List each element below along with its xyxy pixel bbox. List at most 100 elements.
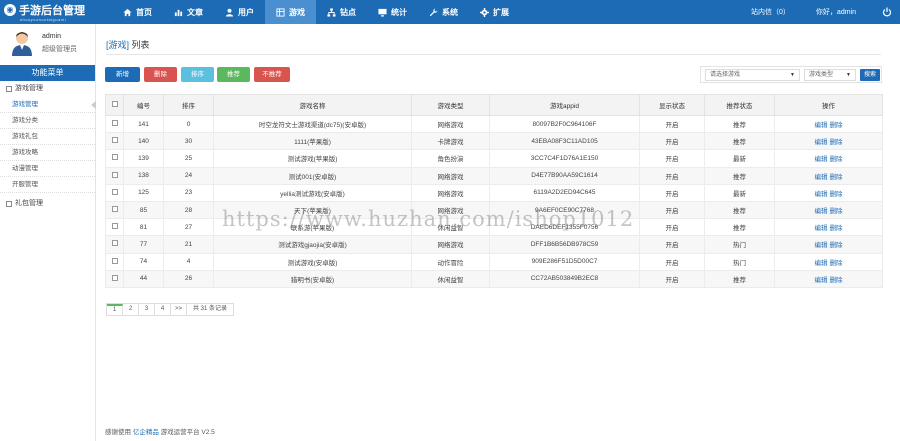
home-icon xyxy=(123,8,132,16)
row-checkbox[interactable] xyxy=(111,171,118,178)
edit-link[interactable]: 编辑 xyxy=(815,122,828,129)
sitemap-icon xyxy=(327,7,336,17)
cell-type: 休闲益智 xyxy=(411,269,490,288)
edit-link[interactable]: 编辑 xyxy=(815,208,828,215)
cell-name: 测试游戏gjaojia(安卓版) xyxy=(213,235,412,254)
edit-link[interactable]: 编辑 xyxy=(815,191,828,198)
nav-stats[interactable]: 统计 xyxy=(367,0,418,24)
delete-link[interactable]: 删除 xyxy=(830,174,843,181)
edit-link[interactable]: 编辑 xyxy=(815,242,828,249)
nav-system[interactable]: 系统 xyxy=(418,0,469,24)
recommend-button[interactable]: 推荐 xyxy=(217,67,250,82)
logo[interactable]: ◉ 手游后台管理 shouyouhoutaiguanli xyxy=(0,0,100,24)
delete-link[interactable]: 删除 xyxy=(830,242,843,249)
page-next[interactable]: >> xyxy=(171,304,187,315)
sidebar-item-game-gift[interactable]: 游戏礼包 xyxy=(0,129,95,145)
nav-home[interactable]: 首页 xyxy=(112,0,163,24)
sidebar: admin 超级管理员 功能菜单 游戏管理 游戏管理 游戏分类 游戏礼包 游戏攻… xyxy=(0,24,96,441)
menu-group-games[interactable]: 游戏管理 xyxy=(0,81,95,97)
delete-link[interactable]: 删除 xyxy=(830,260,843,267)
page-4[interactable]: 4 xyxy=(155,304,171,315)
col-sort[interactable]: 排序 xyxy=(163,94,214,116)
nav-stations[interactable]: 钻点 xyxy=(316,0,367,24)
nav-users[interactable]: 用户 xyxy=(214,0,265,24)
delete-link[interactable]: 删除 xyxy=(830,139,843,146)
page-2[interactable]: 2 xyxy=(123,304,139,315)
wrench-icon xyxy=(429,7,438,16)
search-button[interactable]: 搜索 xyxy=(860,68,880,81)
delete-link[interactable]: 删除 xyxy=(830,122,843,129)
delete-link[interactable]: 删除 xyxy=(830,225,843,232)
page-1[interactable]: 1 xyxy=(107,304,123,315)
unrecommend-button[interactable]: 不推荐 xyxy=(254,67,290,82)
sidebar-item-game-category[interactable]: 游戏分类 xyxy=(0,113,95,129)
games-table: 编号 排序 游戏名称 游戏类型 游戏appid 显示状态 推荐状态 操作 141… xyxy=(105,94,883,288)
row-checkbox[interactable] xyxy=(111,188,118,195)
power-icon[interactable] xyxy=(882,7,892,17)
cell-id: 141 xyxy=(123,114,164,134)
game-select[interactable]: 请选择游戏 ▼ xyxy=(705,68,800,81)
row-checkbox[interactable] xyxy=(111,137,118,144)
col-id[interactable]: 编号 xyxy=(123,94,164,116)
row-checkbox[interactable] xyxy=(111,274,118,281)
add-button[interactable]: 新增 xyxy=(105,67,140,82)
row-checkbox[interactable] xyxy=(111,223,118,230)
table-row: 74 4 测试游戏(安卓版) 动作冒险 909E286F51D5D00C7 开启 热门 编辑删… xyxy=(105,252,883,271)
sort-button[interactable]: 排序 xyxy=(181,67,214,82)
sidebar-item-anime[interactable]: 动漫管理 xyxy=(0,161,95,177)
select-all-checkbox[interactable] xyxy=(111,101,118,107)
col-show[interactable]: 显示状态 xyxy=(639,94,705,116)
edit-link[interactable]: 编辑 xyxy=(815,174,828,181)
filter-bar: 请选择游戏 ▼ 游戏类型 ▼ 搜索 xyxy=(700,66,882,83)
grid-icon xyxy=(276,7,285,17)
row-checkbox[interactable] xyxy=(111,154,118,161)
cell-rec: 推荐 xyxy=(704,269,775,288)
nav-articles[interactable]: 文章 xyxy=(163,0,214,24)
cell-appid: 43EBA08F3C11AD105 xyxy=(489,132,640,151)
footer-brand-link[interactable]: 亿企精品 xyxy=(133,429,159,436)
sidebar-item-game-manage[interactable]: 游戏管理 xyxy=(0,97,96,113)
col-type[interactable]: 游戏类型 xyxy=(411,94,490,116)
edit-link[interactable]: 编辑 xyxy=(815,156,828,163)
cell-type: 网络游戏 xyxy=(411,183,490,202)
delete-button[interactable]: 删除 xyxy=(144,67,177,82)
cell-id: 85 xyxy=(123,200,164,220)
delete-link[interactable]: 删除 xyxy=(830,208,843,215)
caret-down-icon: ▼ xyxy=(846,71,851,78)
row-checkbox[interactable] xyxy=(111,257,118,264)
row-checkbox[interactable] xyxy=(111,240,118,247)
col-rec[interactable]: 推荐状态 xyxy=(704,94,775,116)
cell-rec: 推荐 xyxy=(704,166,775,185)
cell-name: 猎明书(安卓版) xyxy=(213,269,412,288)
edit-link[interactable]: 编辑 xyxy=(815,139,828,146)
cell-appid: D4E77B90AA59C1614 xyxy=(489,166,640,185)
cell-sort: 23 xyxy=(163,183,214,202)
delete-link[interactable]: 删除 xyxy=(830,191,843,198)
col-appid[interactable]: 游戏appid xyxy=(489,94,640,116)
cell-type: 网络游戏 xyxy=(411,166,490,185)
chart-icon xyxy=(174,9,183,16)
row-checkbox[interactable] xyxy=(111,206,118,213)
row-checkbox[interactable] xyxy=(111,120,118,127)
cell-show: 开启 xyxy=(639,235,705,254)
cell-show: 开启 xyxy=(639,149,705,168)
edit-link[interactable]: 编辑 xyxy=(815,260,828,267)
col-ops: 操作 xyxy=(774,94,883,116)
edit-link[interactable]: 编辑 xyxy=(815,225,828,232)
col-name[interactable]: 游戏名称 xyxy=(213,94,412,116)
messages-link[interactable]: 站内信（0） xyxy=(751,7,790,17)
main-content: [游戏] 列表 新增 删除 排序 推荐 不推荐 请选择游戏 ▼ 游戏类型 ▼ 搜… xyxy=(97,24,900,441)
nav-extend[interactable]: 扩展 xyxy=(469,0,520,24)
sidebar-item-game-guide[interactable]: 游戏攻略 xyxy=(0,145,95,161)
page-3[interactable]: 3 xyxy=(139,304,155,315)
edit-link[interactable]: 编辑 xyxy=(815,277,828,284)
nav-games[interactable]: 游戏 xyxy=(265,0,316,24)
game-type-select[interactable]: 游戏类型 ▼ xyxy=(804,68,856,81)
delete-link[interactable]: 删除 xyxy=(830,156,843,163)
menu-group-gifts[interactable]: 礼包管理 xyxy=(0,196,95,212)
cell-type: 角色扮演 xyxy=(411,149,490,168)
cell-sort: 24 xyxy=(163,166,214,185)
delete-link[interactable]: 删除 xyxy=(830,277,843,284)
cell-type: 网络游戏 xyxy=(411,235,490,254)
sidebar-item-server-open[interactable]: 开服管理 xyxy=(0,177,95,193)
